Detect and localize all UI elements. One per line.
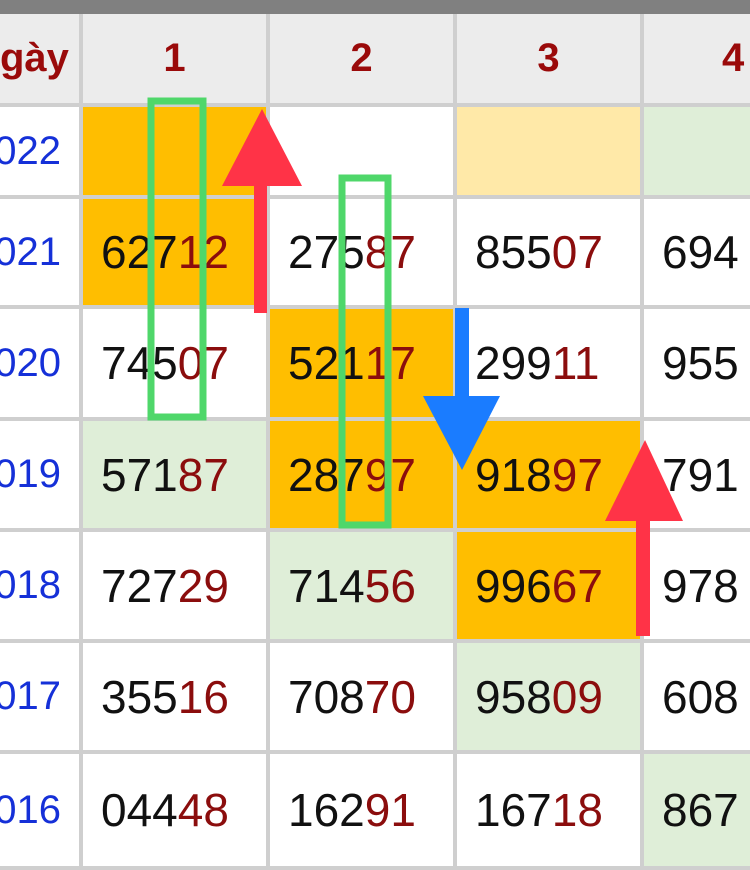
result-last-two-digits: 97 [551, 448, 603, 501]
result-last-two-digits: 11 [551, 337, 600, 389]
header-label: 4 [722, 36, 745, 80]
result-cell: 867 [644, 754, 750, 870]
result-cell: 571 87 [83, 421, 270, 532]
result-cell: 162 91 [270, 754, 457, 870]
row-date: 016 [0, 754, 83, 870]
result-last-two-digits: 07 [551, 226, 603, 278]
result-last-two-digits: 17 [364, 337, 416, 389]
result-cell: 275 87 [270, 199, 457, 309]
result-cell: 044 48 [83, 754, 270, 870]
row-date-label: 018 [0, 563, 61, 607]
header-label: gày [0, 36, 69, 80]
result-digits: 608 [662, 670, 739, 723]
result-last-two-digits: 67 [551, 559, 603, 612]
result-cell: 167 18 [457, 754, 644, 870]
result-cell: 355 16 [83, 643, 270, 754]
row-date: 018 [0, 532, 83, 643]
result-cell: 521 17 [270, 309, 457, 421]
result-cell: 714 56 [270, 532, 457, 643]
result-cell: 996 67 [457, 532, 644, 643]
result-cell: 694 [644, 199, 750, 309]
result-digits: 867 [662, 784, 739, 836]
result-last-two-digits: 09 [551, 670, 603, 723]
result-digits: 727 [101, 559, 178, 612]
result-last-two-digits: 56 [364, 559, 416, 612]
row-date-label: 021 [0, 229, 61, 274]
result-digits: 978 [662, 559, 739, 612]
result-digits: 694 [662, 226, 739, 278]
result-last-two-digits: 91 [364, 784, 416, 836]
result-cell [644, 107, 750, 199]
row-date: 019 [0, 421, 83, 532]
result-cell: 955 [644, 309, 750, 421]
result-last-two-digits: 97 [364, 448, 416, 501]
result-cell: 608 [644, 643, 750, 754]
result-cell: 745 07 [83, 309, 270, 421]
result-cell: 918 97 [457, 421, 644, 532]
row-date-label: 019 [0, 452, 61, 496]
header-label: 2 [350, 36, 373, 80]
result-digits: 275 [288, 226, 365, 278]
result-cell [457, 107, 644, 199]
result-digits: 162 [288, 784, 365, 836]
header-label: 3 [537, 36, 560, 80]
result-digits: 791 [662, 448, 739, 501]
result-last-two-digits: 12 [177, 226, 229, 278]
result-cell: 855 07 [457, 199, 644, 309]
result-digits: 521 [288, 337, 365, 389]
header-col-1: 1 [83, 14, 270, 107]
result-cell: 627 12 [83, 199, 270, 309]
row-date-label: 020 [0, 340, 61, 385]
result-last-two-digits: 87 [364, 226, 416, 278]
result-last-two-digits: 48 [177, 784, 229, 836]
result-digits: 996 [475, 559, 552, 612]
results-table-screenshot: gày 1 2 3 4 022 021 627 12 275 87 855 07 694 020 745 07 5… [0, 0, 750, 870]
result-digits: 287 [288, 448, 365, 501]
header-col-2: 2 [270, 14, 457, 107]
header-col-3: 3 [457, 14, 644, 107]
result-cell: 287 97 [270, 421, 457, 532]
header-date: gày [0, 14, 83, 107]
result-digits: 355 [101, 670, 178, 723]
result-digits: 918 [475, 448, 552, 501]
row-date: 021 [0, 199, 83, 309]
result-digits: 044 [101, 784, 178, 836]
result-digits: 714 [288, 559, 365, 612]
result-last-two-digits: 70 [364, 670, 416, 723]
result-digits: 708 [288, 670, 365, 723]
result-digits: 855 [475, 226, 552, 278]
result-cell: 958 09 [457, 643, 644, 754]
result-digits: 627 [101, 226, 178, 278]
result-cell: 791 [644, 421, 750, 532]
result-cell [83, 107, 270, 199]
result-last-two-digits: 16 [177, 670, 229, 723]
result-cell [270, 107, 457, 199]
row-date-label: 017 [0, 674, 61, 718]
result-cell: 708 70 [270, 643, 457, 754]
row-date: 020 [0, 309, 83, 421]
result-last-two-digits: 18 [551, 784, 603, 836]
row-date-label: 016 [0, 787, 61, 832]
top-bar [0, 0, 750, 14]
row-date-label: 022 [0, 128, 61, 173]
row-date: 017 [0, 643, 83, 754]
result-digits: 955 [662, 337, 739, 389]
header-col-4: 4 [644, 14, 750, 107]
result-last-two-digits: 29 [177, 559, 229, 612]
result-digits: 571 [101, 448, 178, 501]
result-digits: 299 [475, 337, 552, 389]
row-date: 022 [0, 107, 83, 199]
result-cell: 299 11 [457, 309, 644, 421]
result-digits: 167 [475, 784, 552, 836]
result-last-two-digits: 07 [177, 337, 229, 389]
result-digits: 958 [475, 670, 552, 723]
result-digits: 745 [101, 337, 178, 389]
header-label: 1 [163, 36, 186, 80]
result-cell: 978 [644, 532, 750, 643]
result-cell: 727 29 [83, 532, 270, 643]
result-last-two-digits: 87 [177, 448, 229, 501]
